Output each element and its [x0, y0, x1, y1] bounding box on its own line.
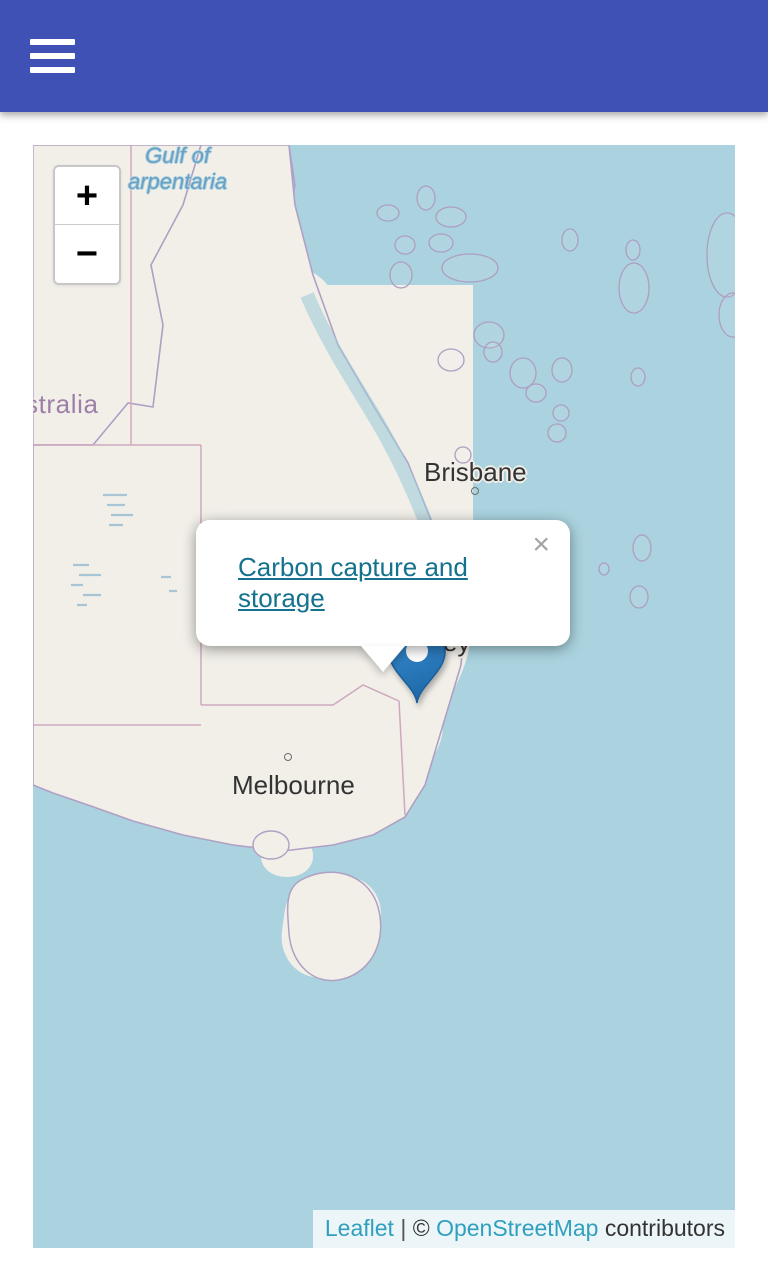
tasmania-outline	[286, 871, 382, 982]
attribution-link-openstreetmap[interactable]: OpenStreetMap	[436, 1215, 598, 1241]
city-dot-melbourne	[284, 753, 292, 761]
popup-close-icon[interactable]: ×	[526, 526, 556, 564]
attribution-separator: |	[393, 1215, 413, 1241]
bass-strait-island	[252, 830, 290, 860]
map-tile-layer: Gulf of arpentaria stralia Brisbane ydne…	[33, 145, 735, 1248]
map-attribution: Leaflet | © OpenStreetMap contributors	[312, 1210, 735, 1248]
zoom-in-button[interactable]: +	[55, 167, 119, 225]
map-vector-overlay	[33, 145, 735, 982]
map-wrapper: Gulf of arpentaria stralia Brisbane ydne…	[0, 112, 768, 1280]
hamburger-menu-button[interactable]	[30, 29, 82, 83]
hamburger-menu-icon-bar-1	[30, 39, 75, 45]
city-dot-brisbane	[471, 487, 479, 495]
app-header	[0, 0, 768, 112]
hamburger-menu-icon-bar-3	[30, 67, 75, 73]
zoom-control: + −	[53, 165, 121, 285]
attribution-copyright-symbol: ©	[412, 1215, 430, 1241]
attribution-contributors-text: contributors	[604, 1215, 725, 1241]
attribution-link-leaflet[interactable]: Leaflet	[325, 1215, 394, 1241]
leaflet-map[interactable]: Gulf of arpentaria stralia Brisbane ydne…	[33, 145, 735, 1248]
hamburger-menu-icon-bar-2	[30, 53, 75, 59]
popup-tip	[361, 646, 405, 672]
map-popup-content: Carbon capture and storage ×	[196, 520, 570, 672]
popup-link-carbon-capture-and-storage[interactable]: Carbon capture and storage	[238, 552, 540, 614]
map-popup: Carbon capture and storage ×	[196, 520, 570, 672]
zoom-out-button[interactable]: −	[55, 225, 119, 283]
